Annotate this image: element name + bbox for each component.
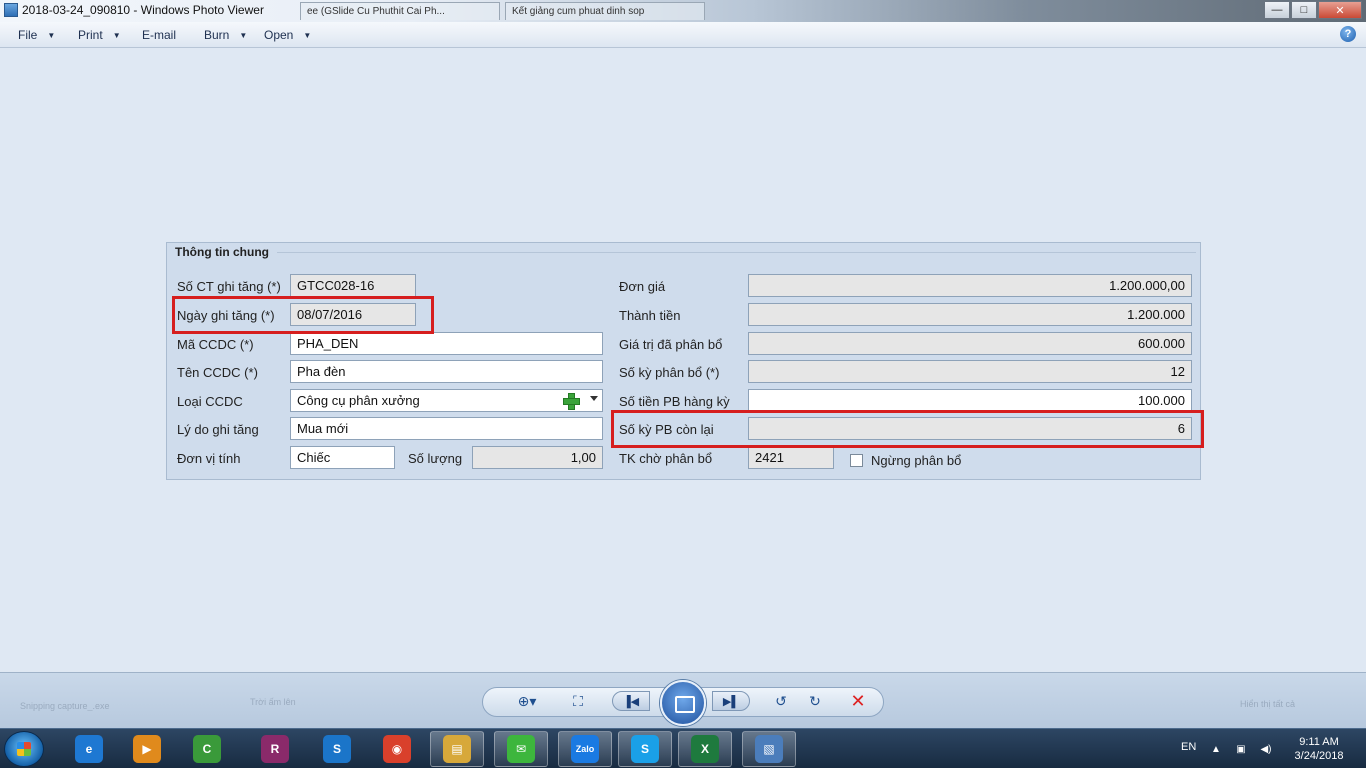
taskbar-app-winrar[interactable]: R	[248, 731, 302, 767]
rotate-counterclockwise-icon[interactable]: ↺	[770, 692, 792, 710]
network-icon[interactable]: ▣	[1235, 743, 1247, 755]
chevron-down-icon[interactable]	[590, 396, 598, 401]
minimize-button[interactable]: —	[1264, 1, 1290, 19]
don-vi-tinh-label: Đơn vị tính	[177, 451, 241, 466]
add-plus-icon[interactable]	[562, 392, 580, 410]
explorer-icon: ▤	[443, 735, 471, 763]
so-luong-field[interactable]: 1,00	[472, 446, 603, 469]
help-icon[interactable]: ?	[1340, 26, 1356, 42]
next-icon[interactable]: ▶▌	[712, 691, 750, 711]
wechat-icon: ✉	[507, 735, 535, 763]
so-tien-pb-hang-ky-label: Số tiền PB hàng kỳ	[619, 394, 730, 409]
group-divider	[277, 252, 1196, 253]
loai-ccdc-label: Loại CCDC	[177, 394, 243, 409]
taskbar-app-chrome[interactable]: ◉	[370, 731, 424, 767]
so-ct-field[interactable]: GTCC028-16	[290, 274, 416, 297]
close-window-button[interactable]: ✕	[1318, 1, 1362, 19]
ghost-taskbar-item: Trời ấm lên	[250, 697, 296, 707]
actual-size-icon[interactable]: ⛶	[566, 692, 590, 710]
skype-icon: S	[631, 735, 659, 763]
don-gia-field[interactable]: 1.200.000,00	[748, 274, 1192, 297]
taskbar-app-sforum[interactable]: S	[310, 731, 364, 767]
highlight-ngay-ghi-tang	[172, 296, 434, 334]
thanh-tien-field[interactable]: 1.200.000	[748, 303, 1192, 326]
ghost-taskbar-item: Hiển thị tất cả	[1240, 699, 1296, 709]
menu-bar: File ▼ Print ▼ E-mail Burn ▼ Open ▼ ?	[0, 22, 1366, 48]
ly-do-field[interactable]: Mua mới	[290, 417, 603, 440]
photo-viewer-app-icon	[4, 3, 18, 17]
taskbar-app-photoviewer[interactable]: ▧	[742, 731, 796, 767]
loai-ccdc-value: Công cụ phân xưởng	[297, 393, 420, 408]
taskbar-app-ie[interactable]: e	[62, 731, 116, 767]
ten-ccdc-field[interactable]: Pha đèn	[290, 360, 603, 383]
so-luong-label: Số lượng	[408, 451, 463, 466]
coccoc-icon: C	[193, 735, 221, 763]
ngung-phan-bo-label: Ngừng phân bổ	[871, 453, 962, 468]
zalo-icon: Zalo	[571, 735, 599, 763]
don-vi-tinh-field[interactable]: Chiếc	[290, 446, 395, 469]
chevron-down-icon: ▼	[47, 31, 56, 41]
maximize-button[interactable]: □	[1291, 1, 1317, 19]
ghost-taskbar-item: Snipping capture_.exe	[20, 701, 110, 711]
menu-burn[interactable]: Burn ▼	[204, 28, 247, 42]
winrar-icon: R	[261, 735, 289, 763]
loai-ccdc-select[interactable]: Công cụ phân xưởng	[290, 389, 603, 412]
menu-file[interactable]: File ▼	[18, 28, 55, 42]
ten-ccdc-label: Tên CCDC (*)	[177, 365, 258, 380]
ie-icon: e	[75, 735, 103, 763]
chevron-down-icon: ▼	[303, 31, 312, 41]
title-bar: 2018-03-24_090810 - Windows Photo Viewer…	[0, 0, 1366, 22]
clock-time: 9:11 AM	[1299, 736, 1339, 748]
so-ct-label: Số CT ghi tăng (*)	[177, 279, 281, 294]
chrome-icon: ◉	[383, 735, 411, 763]
ma-ccdc-field[interactable]: PHA_DEN	[290, 332, 603, 355]
excel-icon: X	[691, 735, 719, 763]
so-ky-phan-bo-field[interactable]: 12	[748, 360, 1192, 383]
menu-print[interactable]: Print ▼	[78, 28, 121, 42]
tk-cho-phan-bo-label: TK chờ phân bổ	[619, 451, 713, 466]
media-icon: ▶	[133, 735, 161, 763]
taskbar-app-explorer[interactable]: ▤	[430, 731, 484, 767]
background-browser-tab: ee (GSlide Cu Phuthit Cai Ph...	[300, 2, 500, 20]
rotate-clockwise-icon[interactable]: ↻	[804, 692, 826, 710]
start-button[interactable]	[4, 731, 44, 767]
tk-cho-phan-bo-field[interactable]: 2421	[748, 446, 834, 469]
ngung-phan-bo-checkbox[interactable]	[850, 454, 863, 467]
taskbar-app-coccoc[interactable]: C	[180, 731, 234, 767]
window-title: 2018-03-24_090810 - Windows Photo Viewer	[22, 3, 264, 17]
sforum-icon: S	[323, 735, 351, 763]
ly-do-label: Lý do ghi tăng	[177, 422, 259, 437]
clock-date: 3/24/2018	[1294, 750, 1344, 762]
chevron-down-icon: ▼	[239, 31, 248, 41]
group-title: Thông tin chung	[175, 245, 269, 259]
gia-tri-da-phan-bo-label: Giá trị đã phân bổ	[619, 337, 723, 352]
system-clock[interactable]: 9:11 AM 3/24/2018	[1284, 735, 1354, 763]
taskbar-app-wechat[interactable]: ✉	[494, 731, 548, 767]
zoom-icon[interactable]: ⊕▾	[510, 692, 544, 710]
chevron-down-icon: ▼	[112, 31, 121, 41]
show-hidden-icons-icon[interactable]: ▲	[1210, 743, 1222, 755]
so-ky-phan-bo-label: Số kỳ phân bổ (*)	[619, 365, 720, 380]
taskbar-app-excel[interactable]: X	[678, 731, 732, 767]
menu-email[interactable]: E-mail	[142, 28, 176, 42]
taskbar-app-media[interactable]: ▶	[120, 731, 174, 767]
taskbar-app-zalo[interactable]: Zalo	[558, 731, 612, 767]
language-indicator[interactable]: EN	[1181, 741, 1196, 753]
previous-icon[interactable]: ▐◀	[612, 691, 650, 711]
taskbar-app-skype[interactable]: S	[618, 731, 672, 767]
photoviewer-icon: ▧	[755, 735, 783, 763]
ma-ccdc-label: Mã CCDC (*)	[177, 337, 254, 352]
background-browser-tab: Kết giảng cum phuat dinh sop	[505, 2, 705, 20]
volume-icon[interactable]: ◀)	[1260, 743, 1272, 755]
slideshow-button[interactable]	[660, 680, 706, 726]
menu-open[interactable]: Open ▼	[264, 28, 311, 42]
delete-icon[interactable]: ✕	[847, 691, 869, 711]
taskbar: e ▶ C R S ◉ ▤ ✉ Zalo S X ▧ EN ▲ ▣ ◀) 9:11 AM 3/24/2…	[0, 728, 1366, 768]
don-gia-label: Đơn giá	[619, 279, 666, 294]
thanh-tien-label: Thành tiền	[619, 308, 681, 323]
so-tien-pb-hang-ky-field[interactable]: 100.000	[748, 389, 1192, 412]
gia-tri-da-phan-bo-field[interactable]: 600.000	[748, 332, 1192, 355]
highlight-so-ky-pb-con-lai	[611, 410, 1204, 448]
